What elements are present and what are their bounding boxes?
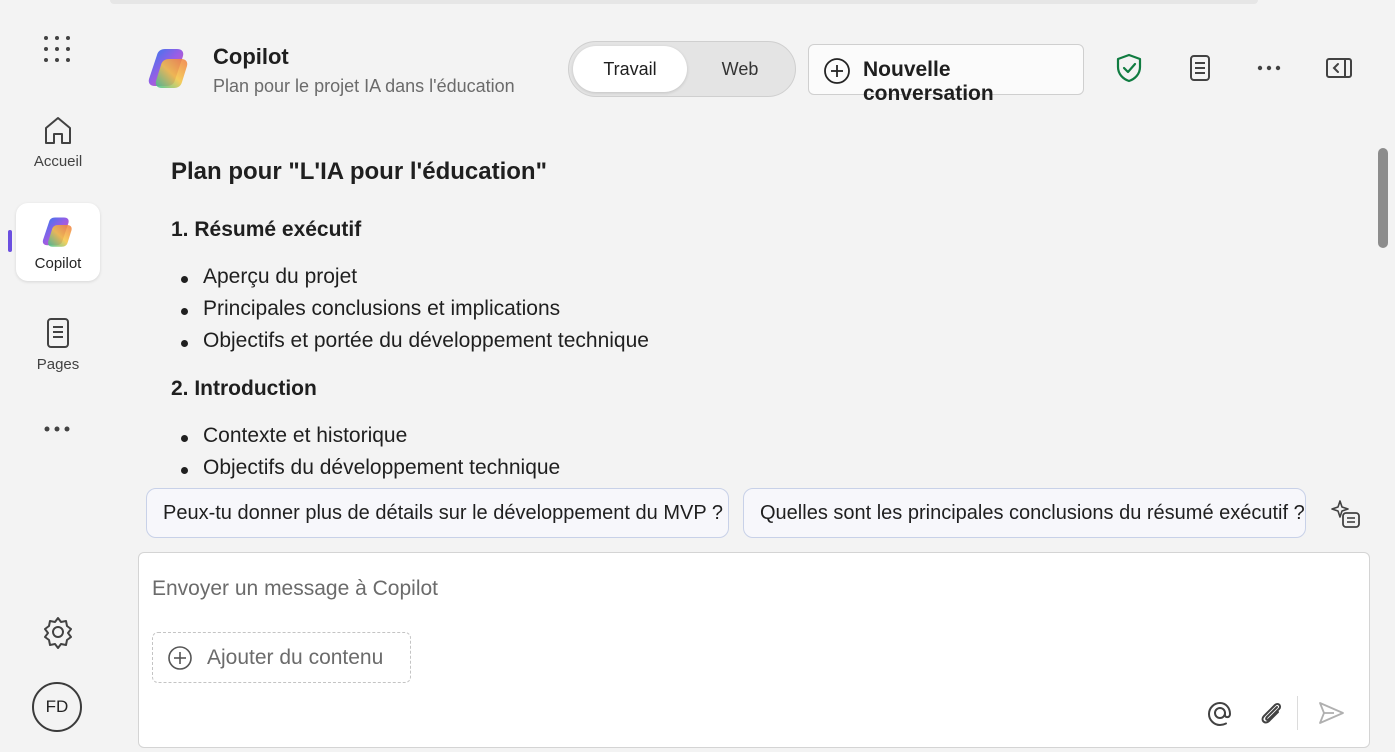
mode-toggle: Travail Web	[568, 41, 796, 97]
new-conversation-button[interactable]: Nouvelle conversation	[808, 44, 1084, 105]
plus-circle-icon	[168, 646, 192, 670]
mention-icon[interactable]	[1205, 698, 1235, 728]
prompt-suggestions-icon[interactable]	[1330, 498, 1362, 530]
add-content-button[interactable]: Ajouter du contenu	[152, 632, 411, 683]
suggestion-chip-conclusions[interactable]: Quelles sont les principales conclusions…	[743, 488, 1306, 538]
send-icon[interactable]	[1316, 698, 1346, 728]
attach-icon[interactable]	[1256, 698, 1286, 728]
app-title: Copilot	[213, 44, 289, 69]
avatar[interactable]: FD	[32, 682, 82, 732]
mode-option-web[interactable]: Web	[691, 46, 789, 92]
add-content-label: Ajouter du contenu	[207, 646, 384, 669]
list-item: Aperçu du projet	[180, 265, 358, 288]
new-conversation-label: Nouvelle conversation	[863, 58, 994, 105]
conversation-subtitle: Plan pour le projet IA dans l'éducation	[213, 76, 515, 96]
more-icon[interactable]	[40, 422, 74, 436]
section-heading: 1. Résumé exécutif	[171, 218, 362, 241]
list-item: Contexte et historique	[180, 424, 408, 447]
sidebar-item-copilot[interactable]: Copilot	[16, 203, 100, 281]
shield-check-icon[interactable]	[1113, 52, 1145, 84]
more-options-icon[interactable]	[1253, 52, 1285, 84]
side-panel-icon[interactable]	[1323, 52, 1355, 84]
message-input[interactable]: Envoyer un message à Copilot	[152, 577, 438, 601]
home-icon	[45, 116, 71, 144]
sidebar-item-accueil[interactable]: Accueil	[16, 102, 100, 180]
list-item: Objectifs et portée du développement tec…	[181, 329, 649, 352]
content-scrollbar[interactable]	[1378, 148, 1388, 248]
section-heading: 2. Introduction	[171, 377, 317, 400]
sidebar-item-label: Accueil	[33, 152, 83, 170]
message-composer: Envoyer un message à Copilot Ajouter du …	[138, 552, 1370, 748]
notes-icon[interactable]	[1184, 52, 1216, 84]
list-item: Principales conclusions et implications	[180, 297, 561, 320]
suggestion-chip-mvp[interactable]: Peux-tu donner plus de détails sur le dé…	[146, 488, 729, 538]
plus-bubble-icon	[824, 58, 850, 84]
window-top-strip	[110, 0, 1258, 4]
left-rail: Accueil Copilot Pages FD	[0, 0, 115, 752]
copilot-logo-icon	[148, 49, 188, 88]
composer-divider	[1297, 696, 1298, 730]
pages-icon	[47, 317, 69, 348]
copilot-logo-icon	[42, 217, 72, 247]
list-item: Objectifs du développement technique	[180, 456, 561, 479]
app-launcher-icon[interactable]	[44, 36, 70, 62]
settings-gear-icon[interactable]	[41, 615, 75, 649]
active-indicator	[8, 230, 12, 252]
sidebar-item-label: Copilot	[34, 254, 82, 272]
sidebar-item-pages[interactable]: Pages	[16, 305, 100, 383]
document-title: Plan pour "L'IA pour l'éducation"	[171, 158, 547, 185]
sidebar-item-label: Pages	[36, 355, 80, 373]
mode-option-travail[interactable]: Travail	[573, 46, 687, 92]
